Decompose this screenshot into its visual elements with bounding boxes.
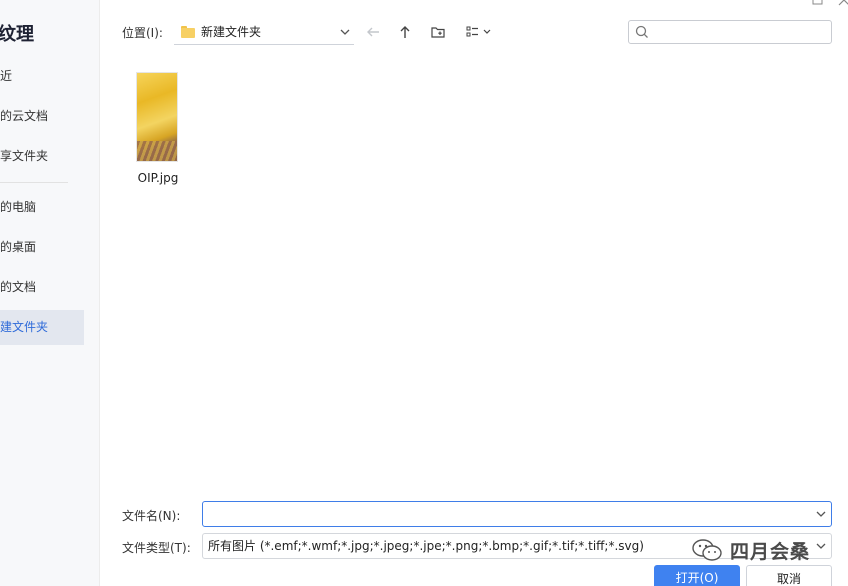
sidebar-item-new-folder[interactable]: 建文件夹 [0, 310, 84, 345]
search-icon [635, 25, 648, 38]
filename-label: 文件名(N): [122, 509, 181, 523]
close-icon[interactable] [838, 0, 848, 8]
up-level-button[interactable] [394, 21, 416, 43]
view-mode-button[interactable] [464, 21, 494, 43]
location-value: 新建文件夹 [201, 25, 262, 39]
sidebar-item-my-documents[interactable]: 的文档 [0, 270, 84, 305]
filetype-value: 所有图片 (*.emf;*.wmf;*.jpg;*.jpeg;*.jpe;*.p… [208, 539, 644, 553]
sidebar-divider [0, 182, 68, 183]
sidebar-item-shared-folder[interactable]: 享文件夹 [0, 139, 84, 174]
sidebar-item-cloud-docs[interactable]: 的云文档 [0, 99, 84, 134]
chevron-down-icon [340, 29, 350, 35]
sidebar-item-my-desktop[interactable]: 的桌面 [0, 230, 84, 265]
new-folder-icon [431, 27, 445, 38]
sidebar-item-recent[interactable]: 近 [0, 59, 84, 94]
file-item[interactable]: OIP.jpg [128, 68, 188, 188]
open-button[interactable]: 打开(O) [654, 565, 740, 586]
file-name: OIP.jpg [137, 171, 179, 185]
image-thumbnail [136, 72, 178, 162]
folder-icon [181, 25, 195, 38]
filename-input[interactable] [202, 501, 832, 527]
sidebar: 纹理 近 的云文档 享文件夹 的电脑 的桌面 的文档 建文件夹 [0, 0, 100, 586]
wechat-icon [692, 539, 722, 561]
cancel-button[interactable]: 取消 [746, 565, 832, 586]
arrow-up-icon [400, 26, 410, 38]
location-label: 位置(I): [122, 26, 163, 40]
location-dropdown[interactable]: 新建文件夹 [174, 19, 354, 45]
watermark-text: 四月会桑 [730, 540, 811, 563]
chevron-down-icon [816, 543, 826, 549]
maximize-icon[interactable] [812, 0, 826, 8]
search-input[interactable] [628, 20, 832, 44]
list-view-icon [466, 26, 491, 37]
sidebar-item-my-computer[interactable]: 的电脑 [0, 190, 84, 225]
back-button[interactable] [362, 21, 384, 43]
watermark: 四月会桑 [690, 536, 810, 564]
sidebar-title: 纹理 [0, 24, 34, 45]
chevron-down-icon[interactable] [815, 508, 827, 520]
new-folder-button[interactable] [427, 21, 449, 43]
filetype-label: 文件类型(T): [122, 541, 191, 555]
arrow-left-icon [367, 27, 379, 37]
